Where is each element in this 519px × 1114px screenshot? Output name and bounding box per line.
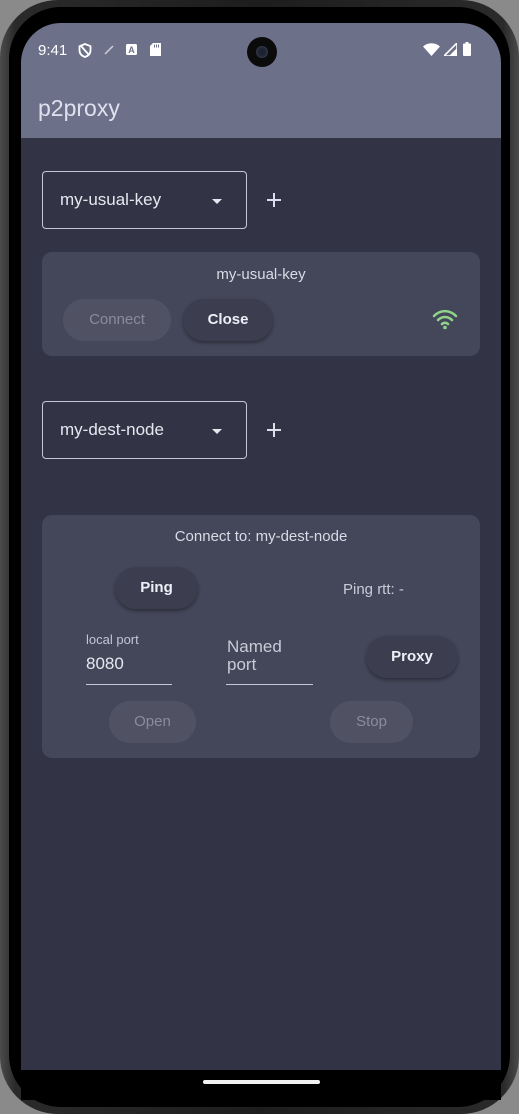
connect-button[interactable]: Connect bbox=[63, 299, 171, 341]
home-indicator[interactable] bbox=[203, 1080, 320, 1084]
app-title: p2proxy bbox=[38, 95, 120, 121]
plus-icon bbox=[267, 193, 281, 207]
sd-card-icon bbox=[150, 43, 161, 56]
chevron-down-icon bbox=[212, 429, 222, 434]
shield-icon bbox=[78, 43, 92, 58]
ping-rtt-label: Ping rtt: - bbox=[343, 581, 404, 598]
main-content: my-usual-key my-usual-key Connect Close … bbox=[21, 138, 501, 1100]
key-card-title: my-usual-key bbox=[216, 266, 306, 283]
cell-signal-icon bbox=[444, 43, 457, 56]
add-dest-button[interactable] bbox=[261, 417, 287, 443]
local-port-underline bbox=[86, 684, 172, 685]
wifi-status-icon bbox=[423, 43, 440, 56]
front-camera bbox=[247, 37, 277, 67]
named-port-input[interactable]: Named port bbox=[227, 638, 307, 674]
chevron-down-icon bbox=[212, 199, 222, 204]
ping-button[interactable]: Ping bbox=[115, 567, 198, 609]
navigation-area bbox=[21, 1070, 501, 1100]
close-button[interactable]: Close bbox=[183, 299, 273, 341]
wifi-connected-icon bbox=[432, 309, 458, 330]
add-key-button[interactable] bbox=[261, 187, 287, 213]
a-icon: A bbox=[126, 44, 137, 55]
status-time: 9:41 bbox=[38, 42, 68, 59]
open-button[interactable]: Open bbox=[109, 701, 196, 743]
battery-icon bbox=[463, 42, 471, 56]
local-port-label: local port bbox=[86, 632, 139, 647]
plus-icon bbox=[267, 423, 281, 437]
local-port-input[interactable]: 8080 bbox=[86, 654, 124, 674]
key-card: my-usual-key Connect Close bbox=[42, 252, 480, 356]
no-signal-icon bbox=[104, 45, 114, 55]
dest-card-title: Connect to: my-dest-node bbox=[174, 528, 348, 545]
stop-button[interactable]: Stop bbox=[330, 701, 413, 743]
svg-text:A: A bbox=[128, 45, 135, 55]
app-bar: 9:41 A p2proxy bbox=[21, 23, 501, 138]
dest-dropdown[interactable]: my-dest-node bbox=[42, 401, 247, 459]
key-dropdown-value: my-usual-key bbox=[60, 190, 162, 209]
named-port-underline bbox=[226, 684, 313, 685]
dest-card: Connect to: my-dest-node Ping Ping rtt: … bbox=[42, 515, 480, 758]
proxy-button[interactable]: Proxy bbox=[366, 636, 458, 678]
dest-dropdown-value: my-dest-node bbox=[60, 420, 164, 439]
app-screen: 9:41 A p2proxy my-usual-key my-usual-key… bbox=[21, 23, 501, 1100]
key-dropdown[interactable]: my-usual-key bbox=[42, 171, 247, 229]
